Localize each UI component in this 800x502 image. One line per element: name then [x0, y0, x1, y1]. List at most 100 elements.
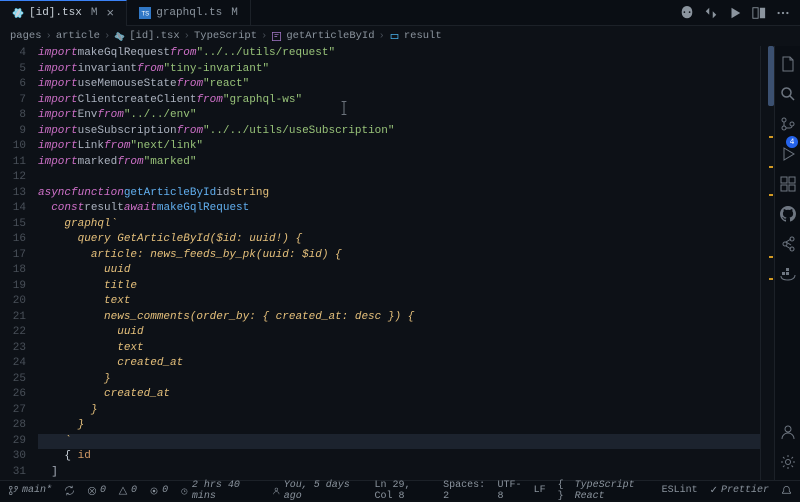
tab-label: [id].tsx	[29, 7, 82, 19]
status-eslint[interactable]: ESLint	[662, 480, 698, 502]
status-prettier[interactable]: ✓ Prettier	[710, 480, 769, 502]
code-content[interactable]: importmakeGqlRequestfrom"../../utils/req…	[34, 46, 760, 480]
code-line[interactable]: uuid	[38, 263, 760, 279]
status-timer[interactable]: 2 hrs 40 mins	[180, 480, 260, 502]
code-line[interactable]: importLinkfrom"next/link"	[38, 139, 760, 155]
status-ports[interactable]: 0	[149, 485, 168, 496]
minimap-warning-mark	[769, 256, 773, 258]
line-number: 13	[0, 186, 26, 202]
minimap-warning-mark	[769, 194, 773, 196]
code-line[interactable]: importmakeGqlRequestfrom"../../utils/req…	[38, 46, 760, 62]
code-line[interactable]: news_comments(order_by: { created_at: de…	[38, 310, 760, 326]
breadcrumb[interactable]: pages › article › [id].tsx › TypeScript …	[0, 26, 800, 46]
code-line[interactable]: article: news_feeds_by_pk(uuid: $id) {	[38, 248, 760, 264]
compare-icon[interactable]	[704, 6, 718, 20]
code-line[interactable]: }	[38, 418, 760, 434]
files-icon[interactable]	[780, 56, 796, 72]
code-line[interactable]: importuseSubscriptionfrom"../../utils/us…	[38, 124, 760, 140]
line-number: 4	[0, 46, 26, 62]
line-number: 23	[0, 341, 26, 357]
variable-icon	[389, 31, 400, 42]
minimap-warning-mark	[769, 136, 773, 138]
source-control-icon[interactable]	[780, 116, 796, 132]
code-line[interactable]: created_at	[38, 387, 760, 403]
code-line[interactable]: text	[38, 294, 760, 310]
chevron-right-icon: ›	[46, 30, 52, 42]
status-eol[interactable]: LF	[534, 480, 546, 502]
code-line[interactable]: importClientcreateClientfrom"graphql-ws"	[38, 93, 760, 109]
docker-icon[interactable]	[780, 266, 796, 282]
code-line[interactable]: ]	[38, 465, 760, 481]
share-icon[interactable]	[780, 236, 796, 252]
code-line[interactable]: asyncfunctiongetArticleByIdidstring	[38, 186, 760, 202]
github-icon[interactable]	[780, 206, 796, 222]
code-line[interactable]: importmarkedfrom"marked"	[38, 155, 760, 171]
line-number: 16	[0, 232, 26, 248]
line-number: 27	[0, 403, 26, 419]
split-editor-icon[interactable]	[752, 6, 766, 20]
tab-graphql-ts[interactable]: TS graphql.ts M	[127, 0, 251, 26]
code-line[interactable]: }	[38, 372, 760, 388]
line-number: 17	[0, 248, 26, 264]
debug-icon[interactable]	[780, 146, 796, 162]
line-number-gutter: 4567891011121314151617181920212223242526…	[0, 46, 34, 480]
account-icon[interactable]	[780, 424, 796, 440]
status-notifications-icon[interactable]	[781, 480, 792, 502]
tab-modified-indicator: M	[91, 7, 98, 19]
search-icon[interactable]	[780, 86, 796, 102]
code-line[interactable]: constresultawaitmakeGqlRequest	[38, 201, 760, 217]
close-icon[interactable]: ×	[106, 6, 114, 21]
extensions-icon[interactable]	[780, 176, 796, 192]
minimap-warning-mark	[769, 166, 773, 168]
gear-icon[interactable]	[780, 454, 796, 470]
code-line[interactable]	[38, 170, 760, 186]
code-line[interactable]: uuid	[38, 325, 760, 341]
code-line[interactable]: importuseMemouseStatefrom"react"	[38, 77, 760, 93]
status-cursor[interactable]: Ln 29, Col 8	[374, 480, 431, 502]
status-blame[interactable]: You, 5 days ago	[272, 480, 362, 502]
tab-modified-indicator: M	[231, 7, 238, 19]
line-number: 11	[0, 155, 26, 171]
minimap[interactable]	[760, 46, 774, 480]
status-problems[interactable]: 0 0	[87, 485, 137, 496]
breadcrumb-item[interactable]: getArticleById	[286, 30, 374, 42]
status-sync[interactable]	[64, 485, 75, 496]
breadcrumb-item[interactable]: result	[404, 30, 442, 42]
code-line[interactable]: query GetArticleById($id: uuid!) {	[38, 232, 760, 248]
code-line[interactable]: `	[38, 434, 760, 450]
line-number: 7	[0, 93, 26, 109]
typescript-file-icon: TS	[139, 7, 151, 19]
code-line[interactable]: { id	[38, 449, 760, 465]
line-number: 12	[0, 170, 26, 186]
tab-id-tsx[interactable]: [id].tsx M ×	[0, 0, 127, 26]
copilot-icon[interactable]	[680, 6, 694, 20]
code-line[interactable]: importinvariantfrom"tiny-invariant"	[38, 62, 760, 78]
breadcrumb-item[interactable]: pages	[10, 30, 42, 42]
chevron-right-icon: ›	[379, 30, 385, 42]
more-icon[interactable]	[776, 6, 790, 20]
line-number: 8	[0, 108, 26, 124]
status-indent[interactable]: Spaces: 2	[443, 480, 485, 502]
line-number: 25	[0, 372, 26, 388]
react-file-icon	[12, 7, 24, 19]
status-branch[interactable]: main*	[8, 485, 52, 496]
status-encoding[interactable]: UTF-8	[498, 480, 522, 502]
code-line[interactable]: created_at	[38, 356, 760, 372]
breadcrumb-item[interactable]: article	[56, 30, 100, 42]
titlebar-actions	[680, 6, 800, 20]
tab-bar: [id].tsx M × TS graphql.ts M	[0, 0, 800, 26]
line-number: 10	[0, 139, 26, 155]
breadcrumb-item[interactable]: [id].tsx	[129, 30, 179, 42]
code-line[interactable]: title	[38, 279, 760, 295]
line-number: 18	[0, 263, 26, 279]
status-language[interactable]: { } TypeScript React	[558, 480, 650, 502]
code-line[interactable]: importEnvfrom"../../env"	[38, 108, 760, 124]
code-line[interactable]: text	[38, 341, 760, 357]
breadcrumb-item[interactable]: TypeScript	[194, 30, 257, 42]
chevron-right-icon: ›	[104, 30, 110, 42]
run-icon[interactable]	[728, 6, 742, 20]
function-icon	[271, 31, 282, 42]
code-line[interactable]: graphql`	[38, 217, 760, 233]
code-line[interactable]: }	[38, 403, 760, 419]
react-file-icon	[114, 31, 125, 42]
